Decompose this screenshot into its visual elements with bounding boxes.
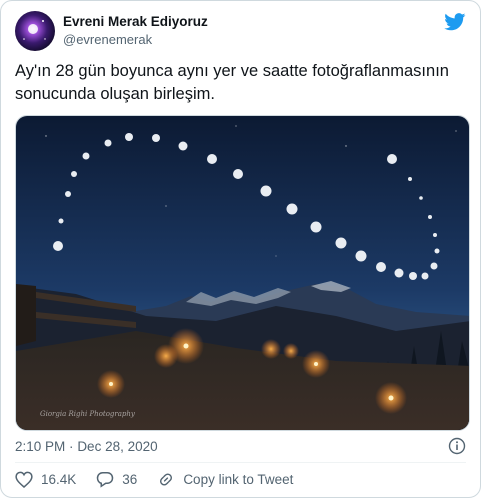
moon-analemma-photo: Giorgia Righi Photography bbox=[16, 116, 469, 430]
like-button[interactable]: 16.4K bbox=[15, 471, 76, 488]
author-handle[interactable]: @evrenemerak bbox=[63, 32, 152, 47]
copy-link-label: Copy link to Tweet bbox=[183, 472, 294, 487]
info-icon[interactable] bbox=[448, 437, 466, 455]
reply-icon bbox=[97, 472, 114, 488]
separator-dot: · bbox=[69, 439, 74, 454]
tweet-photo[interactable]: Giorgia Righi Photography bbox=[15, 115, 470, 431]
tweet-time: 2:10 PM bbox=[15, 439, 66, 454]
heart-icon bbox=[15, 471, 33, 488]
author-name[interactable]: Evreni Merak Ediyoruz bbox=[63, 14, 208, 29]
reply-button[interactable]: 36 bbox=[96, 471, 137, 488]
reply-count: 36 bbox=[122, 472, 138, 487]
avatar[interactable] bbox=[15, 11, 55, 51]
tweet-timestamp[interactable]: 2:10 PM · Dec 28, 2020 bbox=[15, 439, 158, 454]
photo-watermark: Giorgia Righi Photography bbox=[40, 410, 136, 418]
tweet-text: Ay'ın 28 gün boyunca aynı yer ve saatte … bbox=[15, 60, 465, 106]
tweet-text-line: sonucunda oluşan birleşim. bbox=[15, 85, 215, 103]
nebula-image bbox=[23, 20, 46, 40]
like-count: 16.4K bbox=[41, 472, 77, 487]
tweet-actions: 16.4K 36 Copy link to Tweet bbox=[15, 471, 313, 488]
tweet-text-line: Ay'ın 28 gün boyunca aynı yer ve saatte … bbox=[15, 62, 449, 80]
twitter-bird-icon[interactable] bbox=[444, 13, 466, 31]
copy-link-button[interactable]: Copy link to Tweet bbox=[157, 471, 293, 488]
divider bbox=[15, 462, 466, 463]
tweet-date: Dec 28, 2020 bbox=[77, 439, 158, 454]
link-icon bbox=[160, 473, 173, 486]
tweet-card: Evreni Merak Ediyoruz @evrenemerak Ay'ın… bbox=[0, 0, 481, 498]
